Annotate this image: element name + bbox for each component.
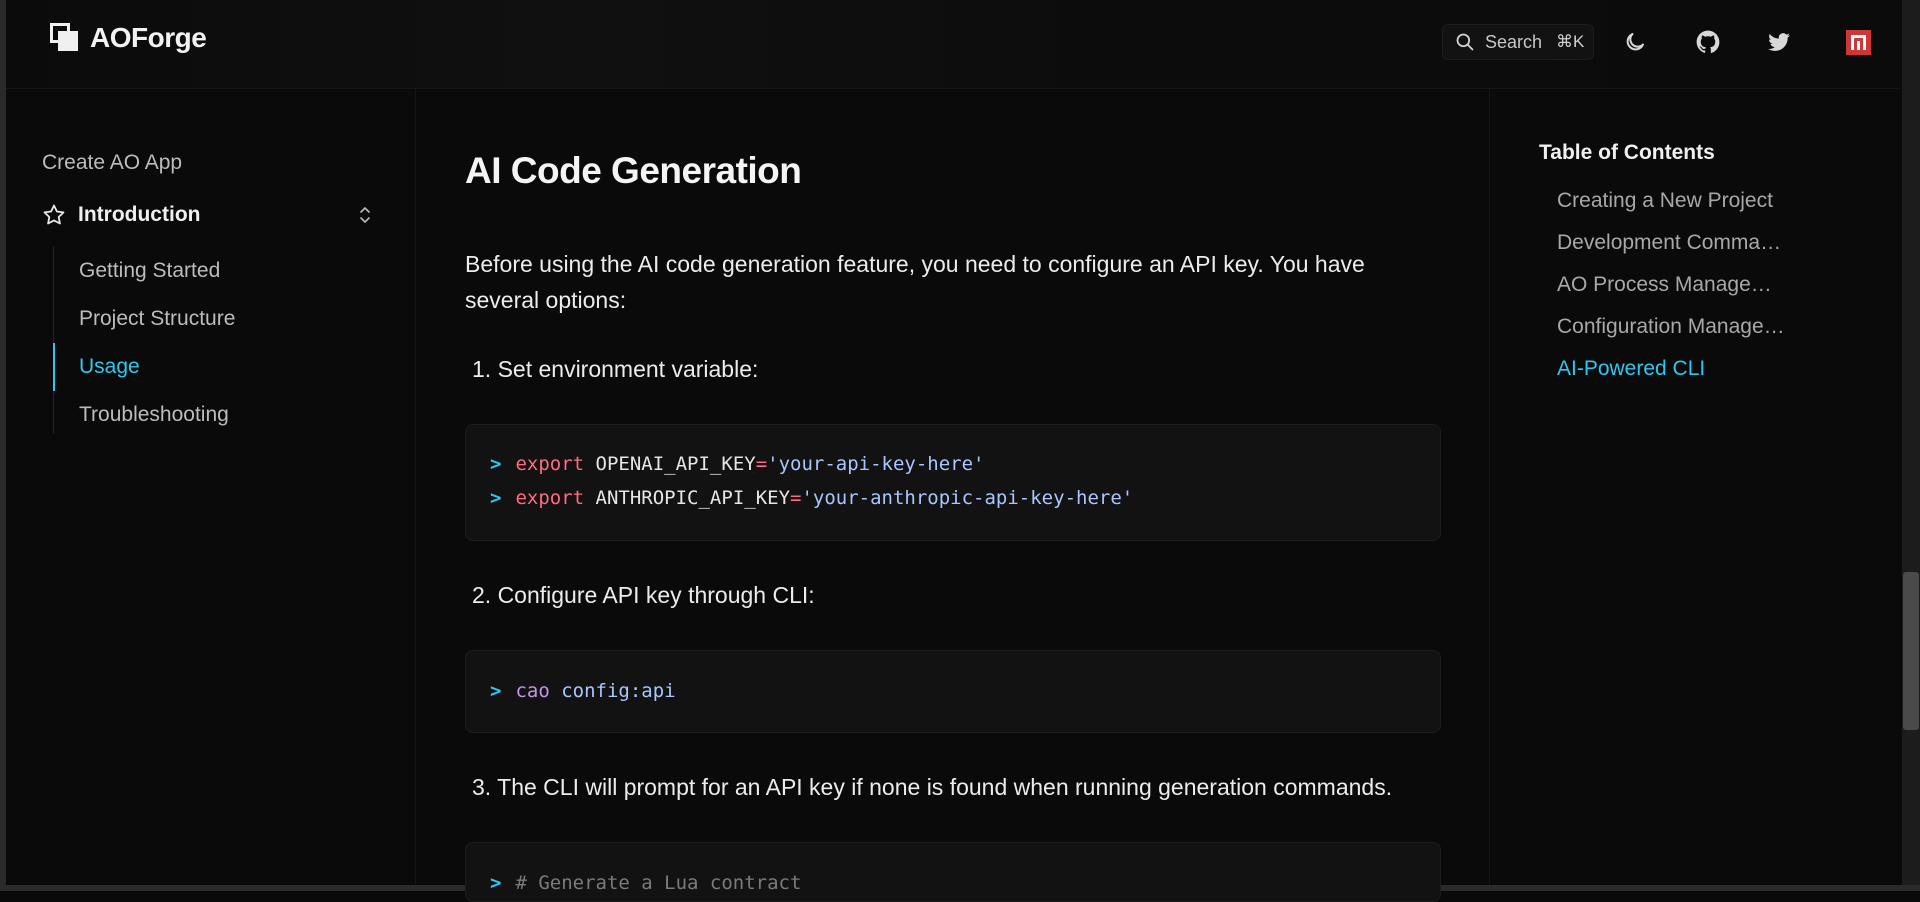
intro-paragraph: Before using the AI code generation feat… [465,251,1365,313]
prompt-chevron: > [490,680,502,702]
step-2-label: 2. Configure API key through CLI: [472,582,815,608]
active-indicator [53,343,55,391]
page-title: AI Code Generation [465,150,802,191]
code-string: 'your-anthropic-api-key-here' [801,487,1134,509]
code-variable: OPENAI_API_KEY [595,453,756,475]
code-keyword: export [515,487,585,509]
github-link[interactable] [1694,28,1722,56]
prompt-chevron: > [490,453,502,475]
star-icon [43,204,65,225]
sidebar-item-create-ao-app[interactable]: Create AO App [42,151,182,175]
toc-item-configuration-management[interactable]: Configuration Management [1557,315,1787,339]
step-3-label: 3. The CLI will prompt for an API key if… [472,774,1393,800]
npm-icon[interactable] [1846,30,1871,55]
search-shortcut: ⌘K [1556,32,1585,51]
left-sidebar: Create AO App Introduction Getting Start… [6,88,416,885]
code-line: > export ANTHROPIC_API_KEY='your-anthropi… [490,487,1133,509]
code-line: > cao config:api [490,680,676,702]
table-of-contents: Table of Contents Creating a New Project… [1489,88,1900,885]
toc-item-creating-project[interactable]: Creating a New Project [1557,189,1787,213]
code-block-generate[interactable]: > # Generate a Lua contract [465,842,1441,902]
code-operator: = [790,487,802,509]
moon-icon [1626,33,1644,51]
logo-icon [50,23,80,53]
toc-item-ao-process-management[interactable]: AO Process Management [1557,273,1787,297]
sidebar-item-troubleshooting[interactable]: Troubleshooting [79,403,229,427]
toc-title: Table of Contents [1539,141,1715,164]
search-button[interactable]: Search ⌘K [1442,24,1594,60]
step-1-label: 1. Set environment variable: [472,356,759,382]
toc-item-ai-powered-cli[interactable]: AI-Powered CLI [1557,357,1787,381]
code-command: cao [515,680,550,702]
sidebar-item-usage[interactable]: Usage [79,355,140,379]
twitter-icon [1768,33,1790,51]
code-variable: ANTHROPIC_API_KEY [595,487,791,509]
github-icon [1696,30,1720,53]
collapse-chevron-icon[interactable] [358,205,372,225]
search-label: Search [1485,31,1543,52]
prompt-chevron: > [490,487,502,509]
brand-name: AOForge [90,22,207,53]
code-block-config[interactable]: > cao config:api [465,650,1441,733]
sidebar-section-introduction[interactable]: Introduction [42,199,372,231]
theme-toggle-button[interactable] [1621,28,1649,56]
code-string: 'your-api-key-here' [767,453,985,475]
sidebar-subitems: Getting Started Project Structure Usage … [53,247,374,433]
code-operator: = [755,453,768,475]
sidebar-item-project-structure[interactable]: Project Structure [79,307,235,331]
code-argument: config:api [561,680,676,702]
toc-item-development-commands[interactable]: Development Commands [1557,231,1787,255]
brand-logo[interactable]: AOForge [50,22,207,54]
sidebar-item-getting-started[interactable]: Getting Started [79,259,220,283]
twitter-link[interactable] [1765,28,1793,56]
search-icon [1456,33,1474,51]
top-header: AOForge Search ⌘K [6,0,1901,89]
code-line: > export OPENAI_API_KEY='your-api-key-her… [490,453,985,475]
code-keyword: export [515,453,585,475]
sidebar-section-label: Introduction [78,203,201,226]
scrollbar-track[interactable] [1902,0,1920,885]
scrollbar-thumb[interactable] [1903,572,1919,730]
code-block-env[interactable]: > export OPENAI_API_KEY='your-api-key-her… [465,424,1441,541]
